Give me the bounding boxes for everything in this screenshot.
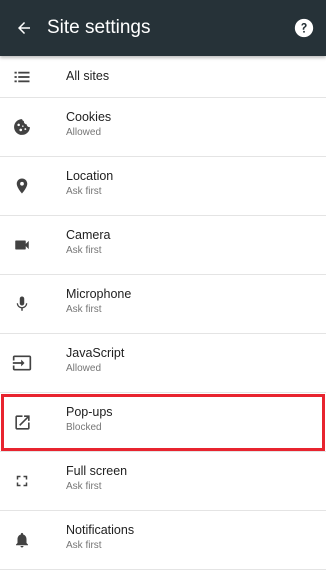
help-button[interactable] bbox=[292, 16, 316, 40]
settings-item-cookies[interactable]: Cookies Allowed bbox=[0, 98, 326, 157]
settings-item-popups[interactable]: Pop-ups Blocked bbox=[0, 393, 326, 452]
settings-item-label: Pop-ups bbox=[66, 405, 113, 419]
arrow-left-icon bbox=[18, 22, 30, 34]
settings-item-location[interactable]: Location Ask first bbox=[0, 157, 326, 216]
app-toolbar: Site settings bbox=[0, 0, 326, 56]
settings-item-all-sites[interactable]: All sites bbox=[0, 56, 326, 98]
fullscreen-icon bbox=[10, 469, 34, 493]
settings-item-status: Ask first bbox=[66, 186, 102, 197]
list-icon bbox=[10, 65, 34, 89]
settings-item-javascript[interactable]: JavaScript Allowed bbox=[0, 334, 326, 393]
settings-item-label: Cookies bbox=[66, 110, 112, 124]
settings-item-status: Ask first bbox=[66, 481, 102, 492]
settings-item-label: Full screen bbox=[66, 464, 128, 478]
settings-item-label: Location bbox=[66, 169, 114, 183]
settings-item-status: Allowed bbox=[66, 127, 102, 138]
microphone-icon bbox=[10, 292, 34, 316]
settings-item-label: Notifications bbox=[66, 523, 135, 537]
settings-item-microphone[interactable]: Microphone Ask first bbox=[0, 275, 326, 334]
settings-item-label: Camera bbox=[66, 228, 111, 242]
site-settings-screen: Site settings All sites Cookies Allowed … bbox=[0, 0, 326, 573]
help-circle-icon bbox=[294, 18, 314, 38]
settings-item-status: Blocked bbox=[66, 422, 102, 433]
settings-item-label: All sites bbox=[66, 69, 110, 83]
page-title: Site settings bbox=[47, 17, 151, 38]
settings-item-status: Ask first bbox=[66, 245, 102, 256]
settings-item-status: Ask first bbox=[66, 304, 102, 315]
settings-item-camera[interactable]: Camera Ask first bbox=[0, 216, 326, 275]
video-camera-icon bbox=[10, 233, 34, 257]
settings-item-label: JavaScript bbox=[66, 346, 125, 360]
settings-item-status: Ask first bbox=[66, 540, 102, 551]
location-pin-icon bbox=[10, 174, 34, 198]
settings-item-status: Allowed bbox=[66, 363, 102, 374]
settings-item-full-screen[interactable]: Full screen Ask first bbox=[0, 452, 326, 511]
open-in-new-icon bbox=[10, 410, 34, 434]
cookie-icon bbox=[10, 115, 34, 139]
bell-icon bbox=[10, 528, 34, 552]
settings-list: All sites Cookies Allowed Location Ask f… bbox=[0, 56, 326, 570]
back-button[interactable] bbox=[8, 12, 40, 44]
settings-item-notifications[interactable]: Notifications Ask first bbox=[0, 511, 326, 570]
settings-item-label: Microphone bbox=[66, 287, 132, 301]
javascript-input-icon bbox=[10, 351, 34, 375]
